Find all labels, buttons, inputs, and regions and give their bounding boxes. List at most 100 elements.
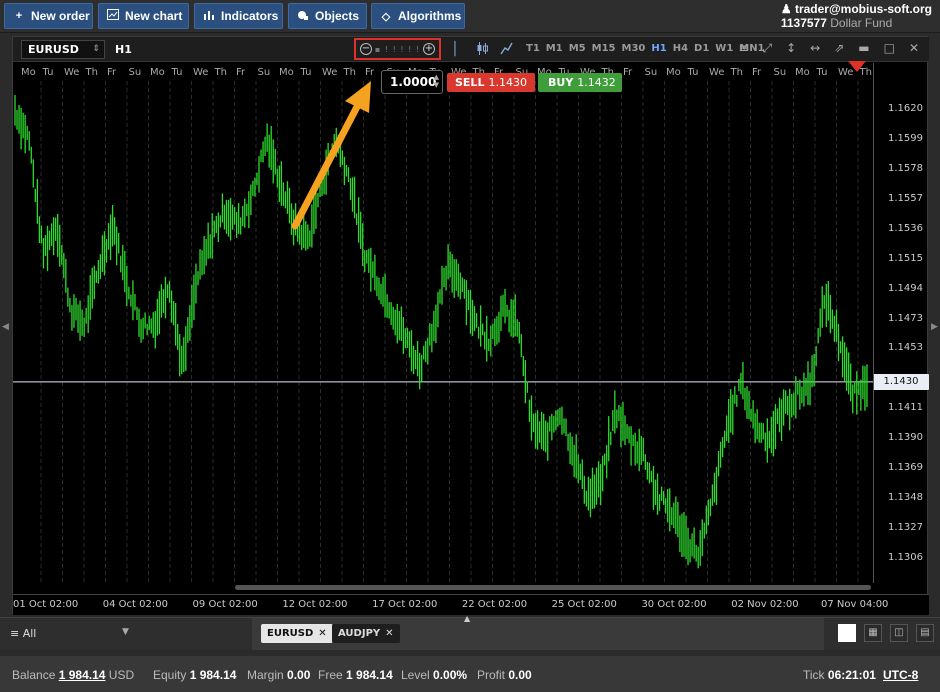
price-tick-label: 1.1599 xyxy=(888,133,923,145)
timeframe-selector: T1 M1 M5 M15 M30 H1 H4 D1 W1 MN1 xyxy=(526,43,765,54)
tick-status: Tick 06:21:01 xyxy=(803,668,876,682)
quantity-spinner-icon[interactable]: ▲ ▼ xyxy=(434,73,439,89)
order-quantity-input[interactable]: 1.0000 ▲ ▼ xyxy=(381,70,443,94)
layout-columns-icon[interactable]: ◫ xyxy=(890,624,908,642)
layout-rows-icon[interactable]: ▤ xyxy=(916,624,934,642)
left-collapse-arrow-icon[interactable]: ◀ xyxy=(2,322,9,332)
layout-single-icon[interactable] xyxy=(838,624,856,642)
expand-vertical-icon[interactable]: ↕ xyxy=(786,41,796,56)
tf-M5[interactable]: M5 xyxy=(569,43,586,54)
price-tick-label: 1.1453 xyxy=(888,342,923,354)
account-user: ♟ trader@mobius-soft.org xyxy=(780,2,932,16)
chart-tabs: ▲ EURUSD ✕ AUDJPY ✕ xyxy=(252,614,824,650)
time-tick-label: 22 Oct 02:00 xyxy=(461,599,528,610)
margin-status: Margin 0.00 xyxy=(247,668,311,682)
chart-tab-strip: ≡ All ▼ ▲ EURUSD ✕ AUDJPY ✕ ▦ ◫ ▤ xyxy=(0,614,940,650)
tf-H1[interactable]: H1 xyxy=(651,43,666,54)
shapes-icon xyxy=(297,9,309,23)
time-tick-label: 09 Oct 02:00 xyxy=(192,599,258,610)
time-tick-label: 30 Oct 02:00 xyxy=(641,599,707,610)
price-tick-label: 1.1411 xyxy=(888,402,923,414)
tf-T1[interactable]: T1 xyxy=(526,43,540,54)
candlestick-chart-type-icon[interactable] xyxy=(476,42,489,59)
close-icon[interactable]: ✕ xyxy=(909,41,919,56)
tab-eurusd[interactable]: EURUSD ✕ xyxy=(261,624,333,643)
expand-diagonal-icon[interactable]: ⤢ xyxy=(762,41,772,56)
zoom-slider[interactable]: ▪ ! ! ! ! ! xyxy=(375,45,420,54)
algorithms-button[interactable]: ◇ Algorithms xyxy=(371,3,465,29)
time-tick-label: 02 Nov 02:00 xyxy=(731,599,799,610)
chart-horizontal-scrollbar[interactable] xyxy=(235,585,871,590)
bar-chart-type-icon[interactable]: │ xyxy=(451,42,459,57)
price-chart[interactable] xyxy=(13,63,873,583)
layout-grid-icon[interactable]: ▦ xyxy=(864,624,882,642)
tf-W1[interactable]: W1 xyxy=(715,43,733,54)
profit-status: Profit 0.00 xyxy=(477,668,532,682)
new-order-label: New order xyxy=(31,9,90,23)
tf-M30[interactable]: M30 xyxy=(622,43,646,54)
main-toolbar: + New order New chart Indicators Objects… xyxy=(0,0,940,33)
price-tick-label: 1.1327 xyxy=(888,522,923,534)
tf-H4[interactable]: H4 xyxy=(673,43,688,54)
tf-M1[interactable]: M1 xyxy=(546,43,563,54)
user-icon: ♟ xyxy=(780,2,792,16)
chart-toolbar: EURUSD ⇕ H1 − ▪ ! ! ! ! ! + │ T1 M1 M5 M… xyxy=(13,37,929,62)
diamond-icon: ◇ xyxy=(381,10,391,23)
price-axis[interactable]: 1.1620 1.1599 1.1578 1.1557 1.1536 1.1515 1.14… xyxy=(873,63,929,583)
line-chart-type-icon[interactable] xyxy=(500,42,513,59)
tab-close-icon[interactable]: ✕ xyxy=(385,628,393,639)
tf-M15[interactable]: M15 xyxy=(592,43,616,54)
price-tick-label: 1.1348 xyxy=(888,492,923,504)
price-tick-label: 1.1536 xyxy=(888,223,923,235)
time-tick-label: 07 Nov 04:00 xyxy=(821,599,889,610)
fit-chart-icon[interactable]: ≡ xyxy=(738,41,748,56)
zoom-out-icon[interactable]: − xyxy=(360,43,372,55)
indicators-button[interactable]: Indicators xyxy=(194,3,283,29)
account-info[interactable]: ♟ trader@mobius-soft.org 1137577 Dollar … xyxy=(781,2,932,30)
price-tick-label: 1.1620 xyxy=(888,103,923,115)
status-bar: Balance 1 984.14 USD Equity 1 984.14 Mar… xyxy=(0,656,940,692)
sell-button[interactable]: SELL 1.1430 xyxy=(447,73,535,92)
chevron-down-icon: ▼ xyxy=(122,627,129,637)
chart-icon xyxy=(107,9,119,23)
current-timeframe: H1 xyxy=(115,43,132,56)
new-chart-label: New chart xyxy=(125,9,183,23)
objects-label: Objects xyxy=(315,9,360,23)
price-tick-label: 1.1473 xyxy=(888,313,923,325)
equity-status: Equity 1 984.14 xyxy=(153,668,237,682)
new-order-button[interactable]: + New order xyxy=(4,3,93,29)
tab-audjpy[interactable]: AUDJPY ✕ xyxy=(332,624,400,643)
annotation-arrow xyxy=(291,81,371,230)
price-tick-label: 1.1494 xyxy=(888,283,923,295)
balance-status: Balance 1 984.14 USD xyxy=(12,668,135,682)
minimize-icon[interactable]: ▬ xyxy=(858,41,869,56)
list-icon: ≡ xyxy=(10,627,20,640)
free-status: Free 1 984.14 xyxy=(318,668,393,682)
expand-horizontal-icon[interactable]: ↔ xyxy=(810,41,820,56)
plus-icon: + xyxy=(15,10,23,22)
chart-panel: EURUSD ⇕ H1 − ▪ ! ! ! ! ! + │ T1 M1 M5 M… xyxy=(12,36,929,615)
collapse-up-icon[interactable]: ▲ xyxy=(464,614,470,623)
tf-D1[interactable]: D1 xyxy=(694,43,709,54)
popout-icon[interactable]: ⇗ xyxy=(834,41,844,56)
time-tick-label: 17 Oct 02:00 xyxy=(372,599,438,610)
time-axis[interactable]: 01 Oct 02:00 04 Oct 02:00 09 Oct 02:00 12 O… xyxy=(13,594,929,615)
level-status: Level 0.00% xyxy=(401,668,468,682)
bar-chart-icon xyxy=(203,9,215,23)
time-tick-label: 12 Oct 02:00 xyxy=(282,599,348,610)
buy-button[interactable]: BUY 1.1432 xyxy=(538,73,622,92)
objects-button[interactable]: Objects xyxy=(288,3,367,29)
zoom-control[interactable]: − ▪ ! ! ! ! ! + xyxy=(354,38,441,60)
price-tick-label: 1.1557 xyxy=(888,193,923,205)
symbol-select[interactable]: EURUSD ⇕ xyxy=(21,40,105,59)
zoom-in-icon[interactable]: + xyxy=(422,43,435,55)
time-tick-label: 04 Oct 02:00 xyxy=(102,599,168,610)
timezone-select[interactable]: UTC-8 xyxy=(883,668,918,682)
price-series xyxy=(14,94,868,569)
maximize-icon[interactable]: □ xyxy=(884,41,895,56)
tab-close-icon[interactable]: ✕ xyxy=(318,628,326,639)
new-chart-button[interactable]: New chart xyxy=(98,3,189,29)
tab-filter-select[interactable]: ≡ All ▼ xyxy=(10,627,129,640)
right-collapse-arrow-icon[interactable]: ▶ xyxy=(931,322,938,332)
layout-switcher: ▦ ◫ ▤ xyxy=(838,624,934,642)
